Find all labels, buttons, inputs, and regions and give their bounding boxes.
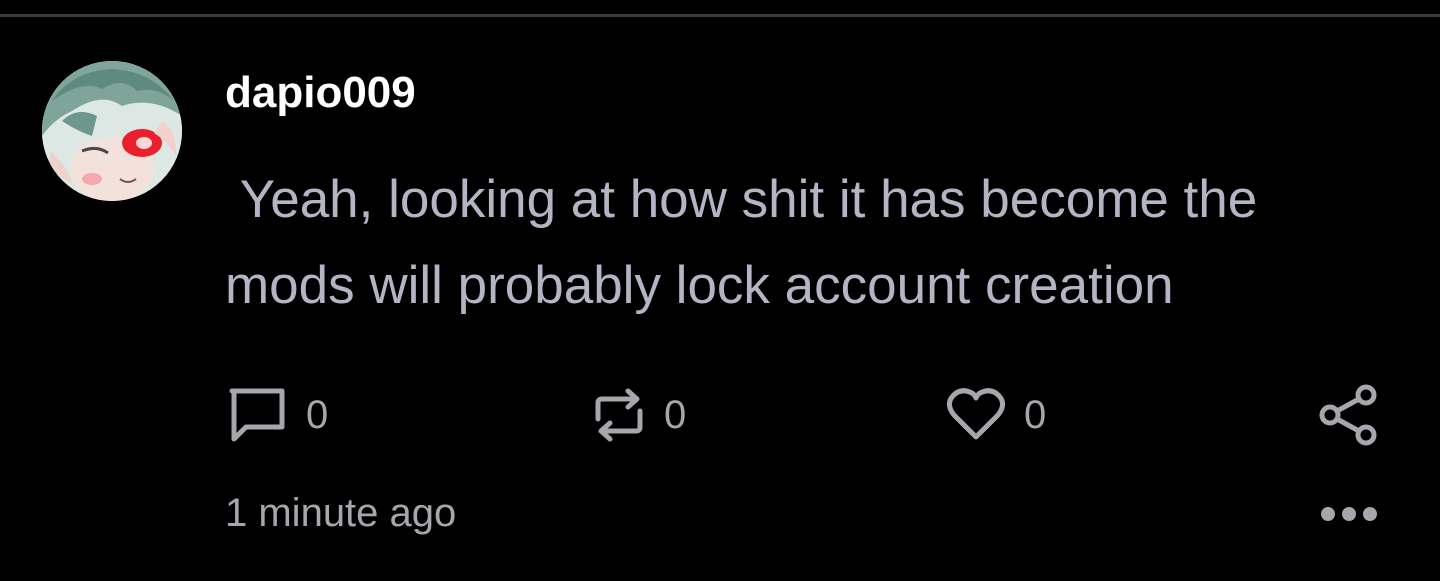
like-button[interactable]: 0 — [946, 385, 1046, 445]
post-body-text: Yeah, looking at how shit it has become … — [225, 170, 1272, 315]
repost-count: 0 — [664, 392, 687, 437]
repost-button[interactable]: 0 — [592, 385, 686, 445]
repost-icon — [595, 388, 643, 442]
avatar[interactable] — [42, 61, 182, 201]
post-timestamp[interactable]: 1 minute ago — [225, 489, 456, 537]
comment-icon — [229, 388, 285, 442]
heart-icon — [946, 388, 1006, 440]
reply-button[interactable]: 0 — [226, 385, 328, 445]
avatar-image — [42, 61, 182, 201]
post-card: dapio009 Yeah, looking at how shit it ha… — [0, 17, 1440, 581]
more-options-button[interactable] — [1318, 501, 1380, 527]
author-username[interactable]: dapio009 — [225, 67, 416, 119]
share-icon — [1319, 384, 1377, 446]
share-button[interactable] — [1318, 383, 1380, 447]
reply-count: 0 — [306, 392, 329, 437]
more-icon — [1321, 507, 1377, 521]
like-count: 0 — [1024, 392, 1047, 437]
